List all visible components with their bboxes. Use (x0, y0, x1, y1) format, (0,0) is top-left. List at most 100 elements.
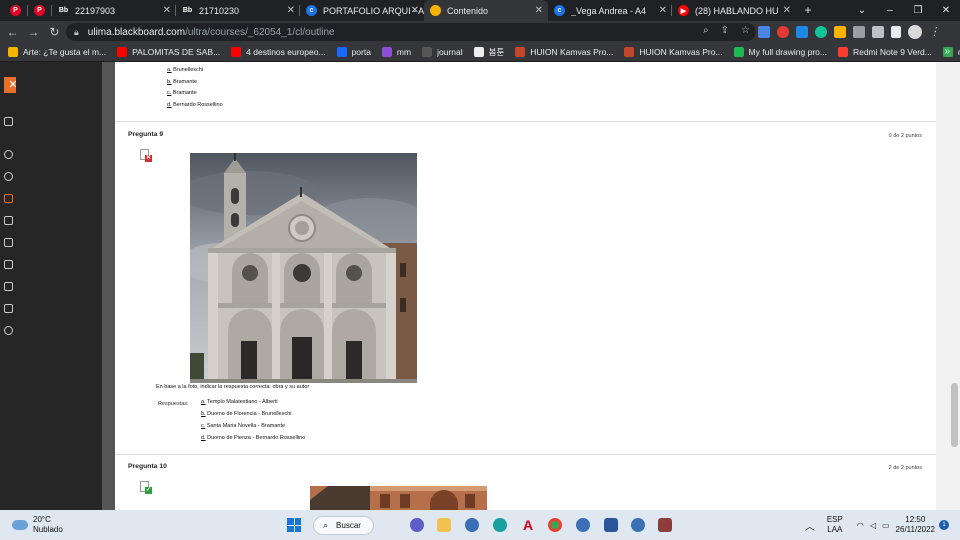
battery-icon[interactable]: ▭ (882, 521, 890, 530)
wifi-icon[interactable]: ◠ (857, 521, 864, 530)
chrome-icon[interactable] (548, 518, 562, 532)
reading-list-icon[interactable] (872, 26, 884, 38)
download-extension-icon[interactable] (796, 26, 808, 38)
tab-5[interactable]: Contenido ✕ (424, 0, 548, 21)
notification-badge[interactable]: 1 (939, 520, 949, 530)
app-icon[interactable] (465, 518, 479, 532)
close-tab-icon[interactable]: ✕ (411, 5, 419, 16)
question-10-title: Pregunta 10 (128, 463, 167, 470)
red-extension-icon[interactable] (777, 26, 789, 38)
puzzle-extensions-icon[interactable] (853, 26, 865, 38)
translate-extension-icon[interactable] (758, 26, 770, 38)
prev-option-d: d. Bernardo Rossellino (167, 102, 223, 108)
search-icon: ⌕ (323, 520, 329, 530)
bookmark-item[interactable]: Redmi Note 9 Verd... (837, 46, 932, 58)
close-tab-icon[interactable]: ✕ (535, 5, 543, 16)
edge-icon[interactable] (493, 518, 507, 532)
bookmark-item[interactable]: 봄툰 (473, 46, 504, 58)
reload-icon[interactable]: ↻ (44, 25, 65, 39)
side-panel-icon[interactable] (891, 26, 901, 38)
grades-icon[interactable] (4, 282, 13, 291)
close-window-button[interactable]: ✕ (932, 5, 960, 16)
more-bookmarks-button[interactable]: » (944, 46, 950, 57)
clock[interactable]: 12:50 26/11/2022 (896, 515, 935, 535)
close-tab-icon[interactable]: ✕ (783, 5, 791, 16)
windows-start-icon[interactable] (287, 518, 301, 532)
attempt-review-content[interactable]: a. Brunelleschi b. Bramante c. Bramante … (115, 62, 936, 510)
file-explorer-icon[interactable] (437, 518, 451, 532)
page-scrollbar[interactable] (951, 383, 958, 447)
building-illustration (310, 486, 487, 510)
star-icon[interactable]: ☆ (741, 25, 750, 36)
language-indicator[interactable]: ESP LAA (827, 515, 843, 535)
organizations-icon[interactable] (4, 216, 13, 225)
share-icon[interactable]: ⇪ (721, 25, 729, 36)
tab-1[interactable]: P (28, 0, 52, 21)
tools-icon[interactable] (4, 304, 13, 313)
bookmark-favicon-icon (8, 47, 18, 57)
app-icon-2[interactable] (576, 518, 590, 532)
clock-date: 26/11/2022 (895, 525, 935, 534)
profile-icon[interactable] (4, 150, 13, 159)
sign-out-icon[interactable] (4, 326, 13, 335)
bookmark-item[interactable]: My full drawing pro... (733, 46, 827, 58)
address-bar[interactable]: 🔒︎ ulima.blackboard.com/ultra/courses/_6… (66, 23, 756, 41)
bookmark-item[interactable]: porta (336, 46, 371, 58)
tab-4[interactable]: c PORTAFOLIO ARQUI - A4 ✕ (300, 0, 424, 21)
search-icon[interactable]: ⌕ (703, 25, 709, 36)
bookmarks-bar: Arte: ¿Te gusta el m... PALOMITAS DE SAB.… (0, 43, 960, 62)
activity-icon[interactable] (4, 172, 13, 181)
acrobat-icon[interactable]: A (521, 518, 535, 532)
question-9-points: 0 de 2 puntos (888, 133, 922, 139)
bookmark-list: Arte: ¿Te gusta el m... PALOMITAS DE SAB.… (8, 46, 960, 58)
question-10-points: 2 de 2 puntos (888, 465, 922, 471)
weather-temp: 20°C (33, 515, 51, 524)
honey-extension-icon[interactable] (834, 26, 846, 38)
tab-7[interactable]: ▶ (28) HABLANDO HU ✕ (672, 0, 796, 21)
bookmark-item[interactable]: HUION Kamvas Pro... (515, 46, 613, 58)
tab-2[interactable]: Bb 22197903 ✕ (52, 0, 176, 21)
cleverpdf-icon: c (554, 5, 565, 16)
close-tab-icon[interactable]: ✕ (163, 5, 171, 16)
forward-arrow-icon[interactable]: → (23, 25, 44, 39)
bookmark-item[interactable]: journal (422, 46, 463, 58)
tab-0[interactable]: P (4, 0, 28, 21)
taskbar-search[interactable]: ⌕ Buscar (313, 516, 374, 535)
volume-icon[interactable]: ◁ (870, 521, 876, 530)
winrar-icon[interactable] (658, 518, 672, 532)
tab-search-dropdown-icon[interactable]: ⌄ (848, 5, 876, 16)
close-tab-icon[interactable]: ✕ (287, 5, 295, 16)
windows-taskbar: 20°C Nublado ⌕ Buscar A ︿ ESP LAA ◠ ◁ ▭ … (0, 510, 960, 540)
calendar-icon[interactable] (4, 238, 13, 247)
bookmark-item[interactable]: Arte: ¿Te gusta el m... (8, 46, 106, 58)
bookmark-item[interactable]: 4 destinos europeo... (231, 46, 326, 58)
teams-chat-icon[interactable] (410, 518, 424, 532)
close-tab-icon[interactable]: ✕ (659, 5, 667, 16)
bookmark-item[interactable]: mm (381, 46, 411, 58)
youtube-icon: ▶ (678, 5, 689, 16)
weather-widget[interactable]: 20°C Nublado (12, 515, 63, 535)
tab-3[interactable]: Bb 21710230 ✕ (176, 0, 300, 21)
minimize-button[interactable]: – (876, 5, 904, 16)
chevron-up-icon[interactable]: ︿ (805, 518, 815, 533)
answers-label: Respuestas: (158, 401, 189, 407)
new-tab-button[interactable]: + (796, 0, 820, 21)
question-9-prompt: En base a la foto, indicar la respuesta … (156, 384, 310, 390)
app-icon-3[interactable] (631, 518, 645, 532)
messages-icon[interactable] (4, 260, 13, 269)
profile-avatar-icon[interactable] (908, 25, 922, 39)
kebab-menu-icon[interactable]: ⋮ (929, 26, 940, 38)
question-10-photo (310, 486, 487, 510)
bookmark-item[interactable]: PALOMITAS DE SAB... (117, 46, 220, 58)
institution-icon[interactable] (4, 117, 13, 126)
word-icon[interactable] (604, 518, 618, 532)
back-arrow-icon[interactable]: ← (2, 25, 23, 39)
tab-6[interactable]: c _Vega Andrea - A4 ✕ (548, 0, 672, 21)
bookmark-label: Arte: ¿Te gusta el m... (23, 47, 107, 57)
bookmark-item[interactable]: HUION Kamvas Pro... (624, 46, 723, 58)
courses-icon[interactable] (4, 194, 13, 203)
answer-option-c: c. Santa Maria Novella - Bramante (201, 423, 286, 429)
lang-code: ESP (826, 515, 843, 524)
grammarly-extension-icon[interactable] (815, 26, 827, 38)
restore-button[interactable]: ❐ (904, 5, 932, 16)
